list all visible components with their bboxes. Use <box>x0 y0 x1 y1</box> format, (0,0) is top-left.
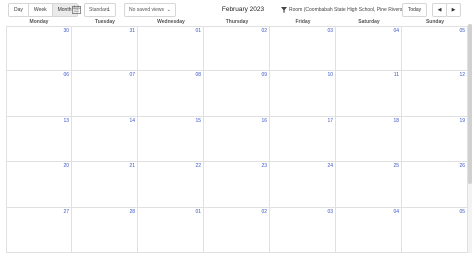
month-grid: Monday Tuesday Wednesday Thursday Friday Satu… <box>6 19 468 253</box>
chevron-down-icon: ⌄ <box>166 7 171 13</box>
day-cell[interactable]: 03 <box>270 26 336 72</box>
weekday-header: Monday <box>29 19 49 25</box>
weekday-header: Saturday <box>358 19 380 25</box>
day-number[interactable]: 10 <box>327 72 333 78</box>
day-cell[interactable]: 18 <box>336 116 402 163</box>
day-number[interactable]: 06 <box>63 72 69 78</box>
day-number[interactable]: 03 <box>327 28 333 34</box>
standard-dropdown[interactable]: Standard ⌄ <box>84 3 116 17</box>
weekday-header: Thursday <box>225 19 249 25</box>
day-cell[interactable]: 07 <box>72 71 138 117</box>
day-cell[interactable]: 21 <box>72 162 138 208</box>
day-number[interactable]: 30 <box>63 28 69 34</box>
day-cell[interactable]: 02 <box>204 207 270 253</box>
day-cell[interactable]: 03 <box>270 207 336 253</box>
day-number[interactable]: 17 <box>327 118 333 124</box>
day-number[interactable]: 15 <box>195 118 201 124</box>
day-view-button[interactable]: Day <box>9 4 29 16</box>
calendar-icon[interactable] <box>72 5 81 14</box>
scrollbar-thumb[interactable] <box>468 24 472 184</box>
day-number[interactable]: 23 <box>261 163 267 169</box>
caret-left-icon: ◀ <box>437 7 442 13</box>
day-cell[interactable]: 26 <box>402 162 468 208</box>
day-number[interactable]: 12 <box>459 72 465 78</box>
day-cell[interactable]: 13 <box>6 116 72 163</box>
day-cell[interactable]: 30 <box>6 26 72 72</box>
weekday-header: Wednesday <box>157 19 185 25</box>
day-cell[interactable]: 19 <box>402 116 468 163</box>
day-number[interactable]: 11 <box>394 72 399 78</box>
day-cell[interactable]: 15 <box>138 116 204 163</box>
day-cell[interactable]: 10 <box>270 71 336 117</box>
day-cell[interactable]: 09 <box>204 71 270 117</box>
day-number[interactable]: 24 <box>327 163 333 169</box>
day-cell[interactable]: 20 <box>6 162 72 208</box>
view-switcher: Day Week Month <box>8 3 78 17</box>
day-number[interactable]: 22 <box>195 163 201 169</box>
day-cell[interactable]: 08 <box>138 71 204 117</box>
day-cell[interactable]: 02 <box>204 26 270 72</box>
day-cell[interactable]: 17 <box>270 116 336 163</box>
day-number[interactable]: 04 <box>393 209 399 215</box>
week-view-button[interactable]: Week <box>28 4 53 16</box>
day-cell[interactable]: 12 <box>402 71 468 117</box>
day-cell[interactable]: 24 <box>270 162 336 208</box>
day-cell[interactable]: 05 <box>402 26 468 72</box>
day-number[interactable]: 27 <box>63 209 69 215</box>
day-cell[interactable]: 11 <box>336 71 402 117</box>
day-number[interactable]: 03 <box>327 209 333 215</box>
weekday-header: Sunday <box>425 19 445 25</box>
day-cell[interactable]: 06 <box>6 71 72 117</box>
day-cell[interactable]: 31 <box>72 26 138 72</box>
day-cell[interactable]: 27 <box>6 207 72 253</box>
funnel-icon <box>281 7 287 13</box>
day-cell[interactable]: 04 <box>336 26 402 72</box>
day-number[interactable]: 19 <box>459 118 465 124</box>
day-number[interactable]: 05 <box>459 209 465 215</box>
chevron-down-icon: ⌄ <box>106 7 111 13</box>
day-number[interactable]: 28 <box>129 209 135 215</box>
day-number[interactable]: 16 <box>261 118 267 124</box>
day-cell[interactable]: 01 <box>138 207 204 253</box>
weekday-header: Tuesday <box>95 19 115 25</box>
day-cell[interactable]: 23 <box>204 162 270 208</box>
weekday-header: Friday <box>295 19 311 25</box>
day-number[interactable]: 04 <box>393 28 399 34</box>
day-number[interactable]: 07 <box>129 72 135 78</box>
day-cell[interactable]: 04 <box>336 207 402 253</box>
day-number[interactable]: 02 <box>261 28 267 34</box>
day-number[interactable]: 02 <box>261 209 267 215</box>
day-cell[interactable]: 05 <box>402 207 468 253</box>
day-number[interactable]: 08 <box>195 72 201 78</box>
day-number[interactable]: 05 <box>459 28 465 34</box>
saved-views-label: No saved views <box>129 7 165 13</box>
day-number[interactable]: 21 <box>129 163 135 169</box>
caret-right-icon: ▶ <box>451 7 456 13</box>
day-number[interactable]: 25 <box>393 163 399 169</box>
page-title: February 2023 <box>221 6 265 13</box>
day-cell[interactable]: 14 <box>72 116 138 163</box>
day-number[interactable]: 01 <box>195 28 201 34</box>
next-month-button[interactable]: ▶ <box>446 3 461 17</box>
day-cell[interactable]: 28 <box>72 207 138 253</box>
day-cell[interactable]: 22 <box>138 162 204 208</box>
day-number[interactable]: 14 <box>129 118 135 124</box>
day-number[interactable]: 20 <box>63 163 69 169</box>
day-cell[interactable]: 25 <box>336 162 402 208</box>
room-filter[interactable]: Room (Coombabah State High School, Pine … <box>279 3 404 17</box>
room-filter-label: Room (Coombabah State High School, Pine … <box>289 7 405 13</box>
day-number[interactable]: 31 <box>129 28 135 34</box>
saved-views-dropdown[interactable]: No saved views ⌄ <box>124 3 176 17</box>
day-cell[interactable]: 16 <box>204 116 270 163</box>
day-number[interactable]: 09 <box>261 72 267 78</box>
day-number[interactable]: 18 <box>393 118 399 124</box>
day-number[interactable]: 01 <box>195 209 201 215</box>
prev-month-button[interactable]: ◀ <box>432 3 447 17</box>
day-number[interactable]: 13 <box>63 118 69 124</box>
day-cell[interactable]: 01 <box>138 26 204 72</box>
today-button[interactable]: Today <box>402 3 427 17</box>
day-number[interactable]: 26 <box>459 163 465 169</box>
